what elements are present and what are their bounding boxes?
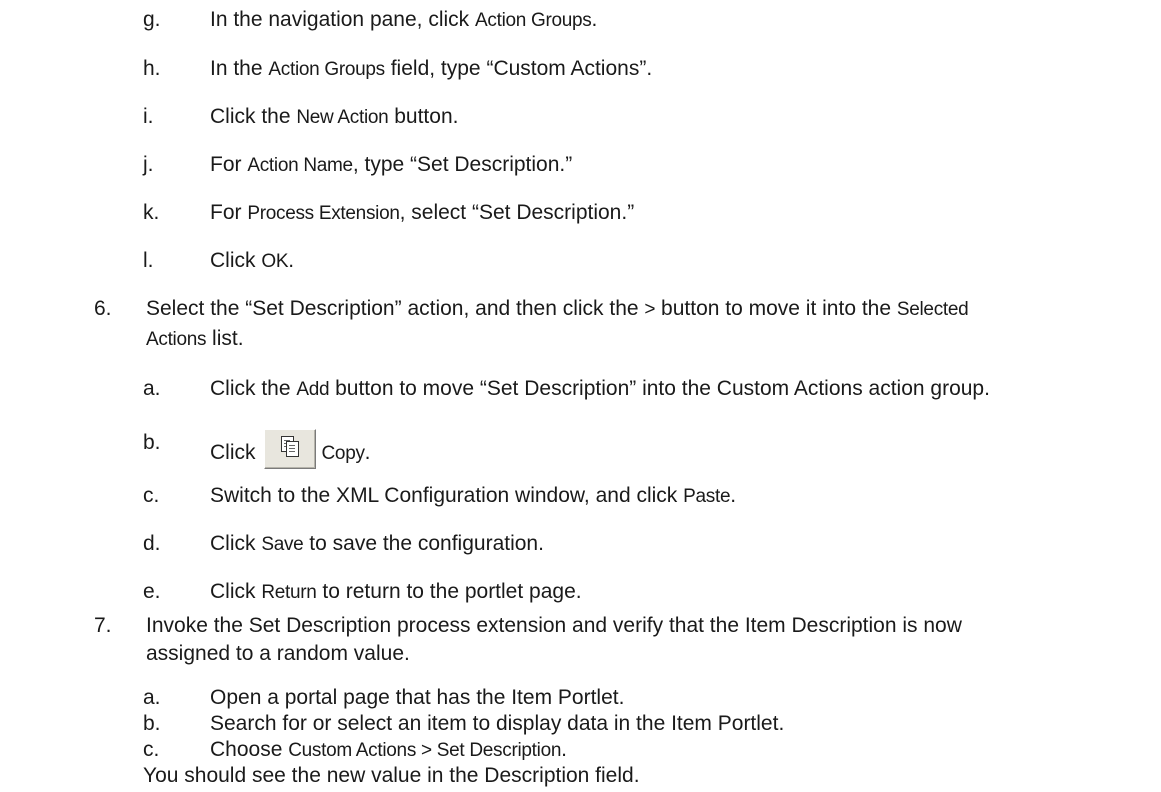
step-text: Click Save to save the configuration. (210, 532, 544, 555)
step-text: For Action Name, type “Set Description.” (210, 153, 573, 176)
ui-term: Action Name (247, 155, 353, 176)
step-text: Click Return to return to the portlet pa… (210, 580, 582, 603)
ui-term: Actions (146, 329, 207, 350)
step-text: Open a portal page that has the Item Por… (210, 686, 625, 709)
step-7-continuation: assigned to a random value. (146, 642, 410, 665)
ui-term: Copy (321, 443, 365, 464)
step-text: In the Action Groups field, type “Custom… (210, 57, 653, 80)
step-text: Choose Custom Actions > Set Description. (210, 738, 567, 761)
ui-term: Process Extension (247, 203, 400, 224)
step-text: Click Copy. (210, 429, 371, 469)
step-marker: g. (143, 8, 161, 31)
ui-term: Return (261, 582, 317, 603)
step-marker: a. (143, 686, 161, 709)
step-text: Click the Add button to move “Set Descri… (210, 377, 990, 400)
step-marker: c. (143, 484, 160, 507)
ui-term: Custom Actions > Set Description (288, 740, 562, 761)
ui-term: Paste (683, 486, 731, 507)
step-text: Click the New Action button. (210, 105, 459, 128)
step-marker: b. (143, 712, 161, 735)
step-marker: 6. (94, 297, 112, 320)
step-6-continuation: Actions list. (146, 327, 244, 350)
step-marker: b. (143, 431, 161, 454)
step-marker: c. (143, 738, 160, 761)
step-marker: e. (143, 580, 161, 603)
ui-term: Selected (896, 299, 969, 320)
copy-icon[interactable] (263, 429, 316, 469)
step-text: Click OK. (210, 249, 295, 272)
step-text: Switch to the XML Configuration window, … (210, 484, 737, 507)
step-marker: k. (143, 201, 160, 224)
result-text: You should see the new value in the Desc… (143, 764, 640, 787)
step-text: Invoke the Set Description process exten… (146, 614, 962, 637)
ui-term: Action Groups (475, 10, 592, 31)
step-marker: i. (143, 105, 154, 128)
ui-term: OK (261, 251, 289, 272)
step-text: For Process Extension, select “Set Descr… (210, 201, 635, 224)
step-marker: h. (143, 57, 161, 80)
step-marker: 7. (94, 614, 112, 637)
ui-term: Save (261, 534, 304, 555)
step-marker: j. (143, 153, 154, 176)
step-text: Search for or select an item to display … (210, 712, 785, 735)
ui-term: Add (296, 379, 330, 400)
step-text: In the navigation pane, click Action Gro… (210, 8, 598, 31)
ui-term: Action Groups (268, 59, 385, 80)
step-marker: l. (143, 249, 154, 272)
ui-term: > (644, 299, 656, 320)
ui-term: New Action (296, 107, 389, 128)
step-marker: d. (143, 532, 161, 555)
step-text: Select the “Set Description” action, and… (146, 297, 969, 320)
step-marker: a. (143, 377, 161, 400)
